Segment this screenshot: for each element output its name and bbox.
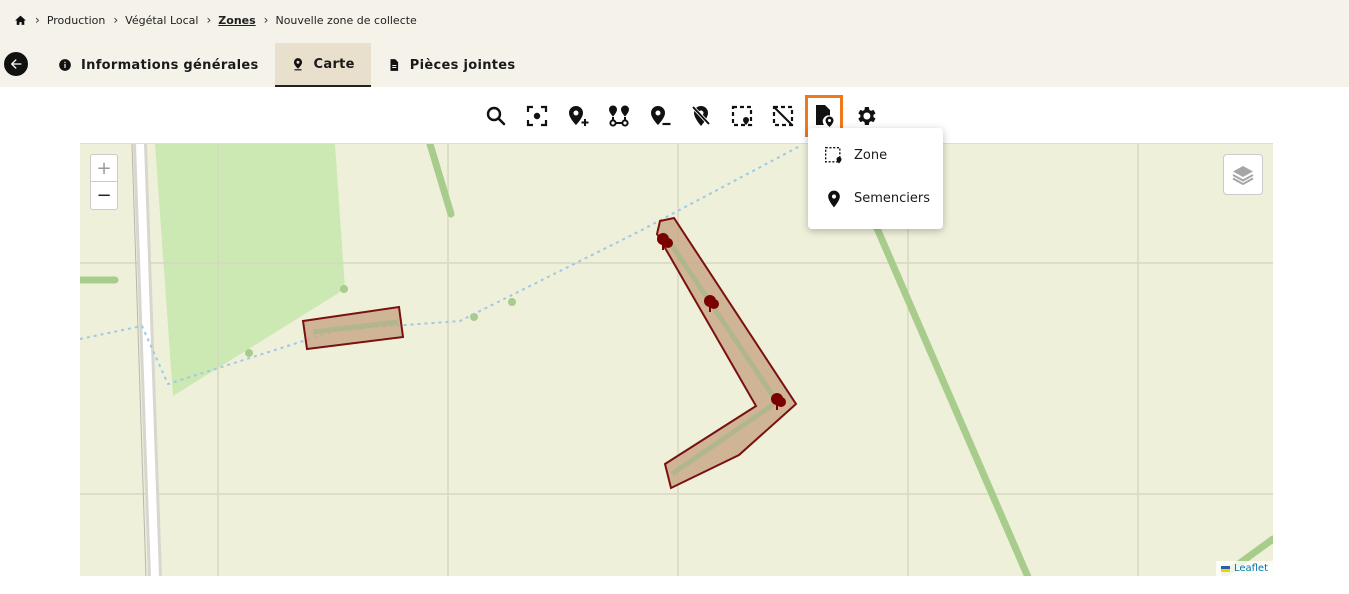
info-icon	[58, 58, 72, 72]
settings-icon	[857, 107, 875, 125]
marker-off-icon	[691, 105, 710, 126]
map-tiles	[80, 144, 1273, 576]
pin-icon	[824, 189, 844, 209]
zone-polygons	[301, 216, 798, 490]
menu-item-semenciers[interactable]: Semenciers	[808, 177, 943, 220]
map-pin-icon	[291, 57, 305, 71]
remove-marker-icon	[650, 106, 670, 126]
tab-carte[interactable]: Carte	[274, 43, 371, 87]
tab-informations-generales[interactable]: Informations générales	[42, 43, 275, 87]
arrow-left-icon	[10, 59, 22, 69]
zoom-control: + −	[90, 154, 118, 210]
marker-off-tool[interactable]	[680, 96, 721, 136]
layers-button[interactable]	[1223, 154, 1263, 195]
route-tool[interactable]	[598, 96, 639, 136]
tab-label: Carte	[313, 56, 355, 72]
search-tool[interactable]	[475, 96, 516, 136]
chevron-right-icon: ›	[113, 13, 119, 27]
search-icon	[486, 106, 505, 126]
menu-item-zone[interactable]: Zone	[808, 134, 943, 177]
layers-icon	[1232, 165, 1254, 185]
chevron-right-icon: ›	[35, 13, 40, 27]
tab-label: Informations générales	[81, 57, 259, 73]
map-view[interactable]: + − Leaflet	[80, 143, 1273, 576]
deselect-area-icon	[772, 105, 793, 127]
locate-icon	[526, 105, 547, 127]
tab-pieces-jointes[interactable]: Pièces jointes	[371, 43, 532, 87]
tab-bar: Informations générales Carte Pièces join…	[0, 43, 531, 87]
add-marker-icon	[568, 106, 588, 126]
back-button[interactable]	[4, 52, 28, 76]
add-menu-dropdown: Zone Semenciers	[808, 128, 943, 229]
zoom-in-button[interactable]: +	[91, 155, 117, 182]
home-icon[interactable]	[14, 14, 27, 27]
breadcrumb: › Production › Végétal Local › Zones › N…	[14, 10, 417, 30]
chevron-right-icon: ›	[263, 13, 269, 27]
breadcrumb-zones[interactable]: Zones	[218, 14, 255, 27]
route-icon	[608, 105, 629, 127]
zone-icon	[824, 146, 844, 166]
tab-label: Pièces jointes	[409, 57, 516, 73]
menu-item-label: Semenciers	[854, 191, 931, 206]
attribution-link[interactable]: Leaflet	[1234, 563, 1268, 574]
top-bar: › Production › Végétal Local › Zones › N…	[0, 0, 1349, 87]
breadcrumb-production[interactable]: Production	[47, 14, 106, 27]
zoom-out-button[interactable]: −	[91, 182, 117, 209]
locate-tool[interactable]	[516, 96, 557, 136]
deselect-area-tool[interactable]	[762, 96, 803, 136]
breadcrumb-current: Nouvelle zone de collecte	[275, 13, 417, 27]
remove-marker-tool[interactable]	[639, 96, 680, 136]
add-marker-tool[interactable]	[557, 96, 598, 136]
select-area-tool[interactable]	[721, 96, 762, 136]
attribution: Leaflet	[1215, 561, 1273, 576]
breadcrumb-vegetal-local[interactable]: Végétal Local	[125, 14, 198, 27]
file-location-icon	[816, 105, 834, 127]
document-icon	[387, 58, 401, 72]
select-area-icon	[731, 105, 752, 127]
ukraine-flag-icon	[1220, 565, 1230, 572]
chevron-right-icon: ›	[206, 13, 212, 27]
menu-item-label: Zone	[854, 148, 888, 163]
